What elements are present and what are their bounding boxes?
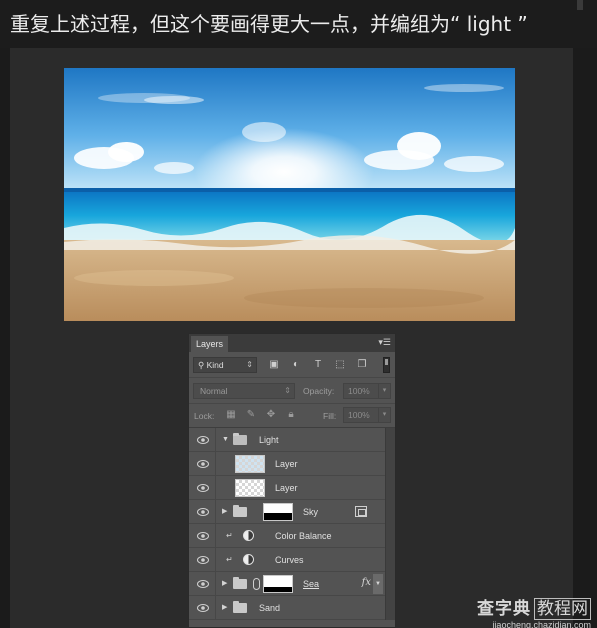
layer-name: Sand: [259, 603, 281, 613]
lock-position-icon[interactable]: ✥: [265, 409, 277, 421]
tutorial-heading: 重复上述过程，但这个要画得更大一点，并编组为“ light ”: [0, 0, 597, 48]
blend-mode-select[interactable]: Normal ⇕: [193, 383, 295, 399]
layers-scrollbar[interactable]: [385, 428, 395, 620]
visibility-eye-icon[interactable]: [189, 476, 216, 500]
layer-thumbnail: [235, 455, 265, 473]
fill-value: 100%: [348, 410, 370, 420]
layer-name: Sea: [303, 579, 320, 589]
panel-menu-icon[interactable]: ▾☰: [378, 337, 391, 347]
layer-name: Color Balance: [275, 531, 332, 541]
link-icon[interactable]: [253, 578, 260, 590]
opacity-label: Opacity:: [303, 386, 335, 396]
watermark-sub: 教程网: [534, 598, 591, 620]
layer-row-color-balance[interactable]: ↵ Color Balance: [189, 524, 395, 548]
lock-transparent-icon[interactable]: ▦: [225, 409, 237, 421]
layer-name: Layer: [275, 483, 298, 493]
filter-toggle[interactable]: [383, 357, 390, 373]
visibility-eye-icon[interactable]: [189, 452, 216, 476]
layer-row-pixel[interactable]: Layer: [189, 476, 395, 500]
folder-icon: [233, 505, 247, 517]
visibility-eye-icon[interactable]: [189, 524, 216, 548]
layer-row-light[interactable]: ▼ Light: [189, 428, 395, 452]
filter-kind-select[interactable]: ⚲ Kind ⇕: [193, 357, 257, 373]
visibility-eye-icon[interactable]: [189, 500, 216, 524]
lock-row: Lock: ▦ ✎ ✥ 🔒︎ Fill: 100% ▾: [189, 404, 395, 428]
chevron-down-icon[interactable]: ▾: [378, 407, 390, 423]
clipping-mask-icon: ↵: [226, 555, 233, 564]
folder-open-icon: [233, 433, 247, 445]
fx-icon[interactable]: fx: [362, 577, 371, 588]
layer-list: ▼ Light Layer Layer ▶ Sky ↵ Color Balanc…: [189, 428, 395, 620]
layer-row-pixel[interactable]: Layer: [189, 452, 395, 476]
adjustment-filter-icon[interactable]: ◐: [289, 358, 303, 372]
watermark-url: jiaocheng.chazidian.com: [492, 620, 591, 628]
folder-icon: [233, 601, 247, 613]
layer-name: Layer: [275, 459, 298, 469]
adjustment-layer-icon: [243, 530, 254, 541]
search-icon: ⚲: [198, 360, 207, 370]
layer-name: Light: [259, 435, 279, 445]
folder-icon: [233, 577, 247, 589]
opacity-value: 100%: [348, 386, 370, 396]
layer-row-sea[interactable]: ▶ Sea fx ▼: [189, 572, 395, 596]
visibility-eye-icon[interactable]: [189, 428, 216, 452]
visibility-eye-icon[interactable]: [189, 548, 216, 572]
clipping-mask-icon: ↵: [226, 531, 233, 540]
fill-field[interactable]: 100% ▾: [343, 407, 391, 423]
chevron-down-icon[interactable]: ▾: [378, 383, 390, 399]
panel-tab-bar: Layers ▾☰: [189, 334, 395, 352]
blend-mode-value: Normal: [200, 386, 228, 396]
shape-filter-icon[interactable]: ⬚: [333, 358, 347, 372]
lock-label: Lock:: [194, 411, 215, 421]
type-filter-icon[interactable]: T: [311, 358, 325, 372]
site-watermark: 查字典 教程网 jiaocheng.chazidian.com: [477, 594, 591, 628]
expand-triangle-right-icon[interactable]: ▶: [222, 604, 227, 612]
opacity-field[interactable]: 100% ▾: [343, 383, 391, 399]
layer-thumbnail: [235, 479, 265, 497]
tab-layers[interactable]: Layers: [191, 336, 229, 352]
layer-row-curves[interactable]: ↵ Curves: [189, 548, 395, 572]
layer-name: Curves: [275, 555, 304, 565]
lock-all-icon[interactable]: 🔒︎: [285, 409, 297, 421]
layer-row-sky[interactable]: ▶ Sky: [189, 500, 395, 524]
watermark-main: 查字典: [477, 599, 531, 619]
expand-triangle-down-icon[interactable]: ▼: [222, 436, 229, 444]
layer-mask-thumbnail: [263, 575, 293, 593]
chevron-updown-icon: ⇕: [246, 360, 253, 369]
layer-mask-thumbnail: [263, 503, 293, 521]
expand-triangle-right-icon[interactable]: ▶: [222, 508, 227, 516]
smart-object-icon: [355, 506, 367, 517]
layers-panel: Layers ▾☰ ⚲ Kind ⇕ ▣ ◐ T ⬚ ❐ Normal ⇕ Op…: [188, 333, 396, 628]
chevron-down-icon[interactable]: ▼: [373, 574, 383, 594]
layer-row-sand[interactable]: ▶ Sand: [189, 596, 395, 620]
fill-label: Fill:: [323, 411, 337, 421]
lock-brush-icon[interactable]: ✎: [245, 409, 257, 421]
smart-object-filter-icon[interactable]: ❐: [355, 358, 369, 372]
beach-photo: [64, 68, 515, 321]
adjustment-layer-icon: [243, 554, 254, 565]
pixel-filter-icon[interactable]: ▣: [267, 358, 281, 372]
expand-triangle-right-icon[interactable]: ▶: [222, 580, 227, 588]
visibility-eye-icon[interactable]: [189, 572, 216, 596]
visibility-eye-icon[interactable]: [189, 596, 216, 620]
filter-kind-label: Kind: [206, 360, 224, 370]
filter-row: ⚲ Kind ⇕ ▣ ◐ T ⬚ ❐: [189, 352, 395, 378]
chevron-updown-icon: ⇕: [284, 386, 291, 395]
blend-row: Normal ⇕ Opacity: 100% ▾: [189, 378, 395, 404]
layer-name: Sky: [303, 507, 319, 517]
